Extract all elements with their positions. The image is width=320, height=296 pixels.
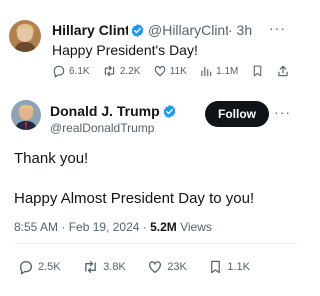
avatar[interactable] [11,100,41,130]
repost-button[interactable]: 2.2K [102,64,141,78]
author-name[interactable]: Hillary Clinto [52,22,128,38]
author-row: Donald J. Trump [50,103,177,119]
analytics-icon [201,66,212,77]
comment-icon [53,65,65,78]
repost-button[interactable]: 3.8K [82,259,126,275]
bookmark-count: 1.1K [227,261,250,273]
post-time: · 3h [228,22,253,38]
verified-badge-icon [130,23,145,38]
heart-icon [154,65,165,77]
divider [12,243,300,244]
share-icon [278,65,288,77]
reply-button[interactable]: 6.1K [52,64,90,78]
like-count: 23K [167,261,187,273]
bookmark-button[interactable] [251,64,264,78]
repost-icon [104,65,115,77]
tweet-metadata: 8:55 AM · Feb 19, 2024 · 5.2M Views [14,220,212,234]
views-button[interactable]: 1.1M [199,64,238,78]
comment-icon [19,260,33,275]
like-count: 11K [169,65,187,77]
tweet-thread-screenshot: Hillary Clinto @HillaryClint · 3h ··· Ha… [0,0,300,296]
views-count: 5.2M [150,220,177,234]
share-button[interactable] [276,64,290,78]
author-name[interactable]: Donald J. Trump [50,103,160,119]
more-options-icon[interactable]: ··· [274,104,291,120]
reply-header: Hillary Clinto @HillaryClint · 3h [52,22,290,38]
heart-icon [149,261,162,273]
bookmark-button[interactable]: 1.1K [208,259,250,275]
reply-count: 2.5K [38,261,61,273]
author-handle[interactable]: @realDonaldTrump [50,121,154,135]
reply-action-bar: 6.1K 2.2K 11K 1.1M [52,62,290,80]
reply-text: Happy President's Day! [52,42,198,58]
reply-button[interactable]: 2.5K [18,259,61,275]
like-button[interactable]: 23K [147,259,187,275]
repost-icon [85,261,96,273]
avatar[interactable] [9,20,41,52]
more-options-icon[interactable]: ··· [269,20,286,36]
repost-count: 3.8K [103,261,126,273]
tweet-text-line-1: Thank you! [14,150,89,167]
bookmark-icon [211,260,221,274]
like-button[interactable]: 11K [153,64,187,78]
views-label: Views [176,220,212,234]
repost-count: 2.2K [119,65,141,77]
verified-badge-icon [162,104,177,119]
author-handle[interactable]: @HillaryClint [148,22,228,38]
tweet-action-bar: 2.5K 3.8K 23K 1.1K [18,258,250,276]
follow-button[interactable]: Follow [205,101,269,127]
tweet-text-line-2: Happy Almost President Day to you! [14,190,255,207]
views-count: 1.1M [216,65,239,77]
timestamp[interactable]: 8:55 AM · Feb 19, 2024 · [14,220,150,234]
bookmark-icon [253,65,261,77]
reply-count: 6.1K [69,65,90,77]
